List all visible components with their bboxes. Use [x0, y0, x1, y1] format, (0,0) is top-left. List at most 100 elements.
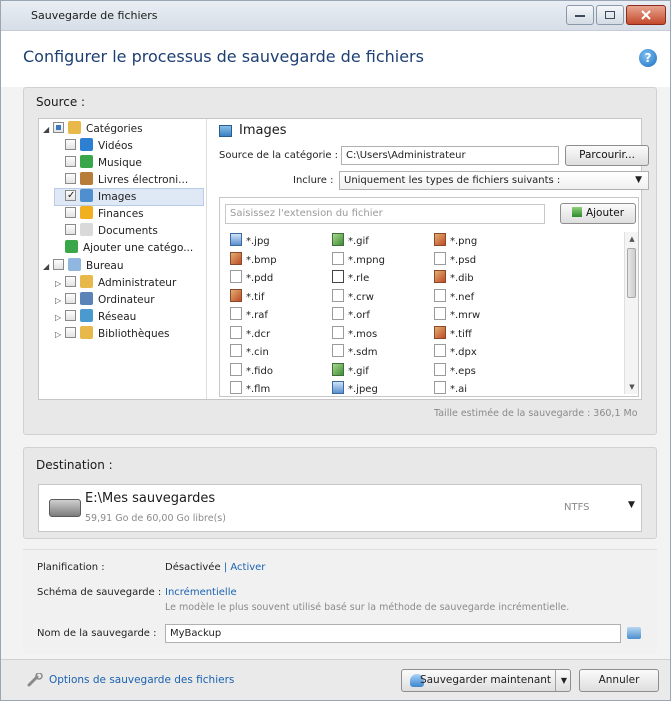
tree-checkbox[interactable]	[53, 122, 64, 133]
extension-item[interactable]: *.tiff	[434, 325, 472, 342]
file-type-icon	[230, 233, 242, 246]
expand-right-icon[interactable]: ▷	[55, 293, 65, 309]
backup-window: Sauvegarde de fichiers Configurer le pro…	[0, 0, 671, 701]
tree-item[interactable]: Vidéos	[55, 138, 203, 154]
tree-item-label: Finances	[98, 208, 144, 220]
source-panel: Source : ◢ Catégories Vidéos Musique Livres …	[23, 87, 657, 435]
drive-icon	[49, 499, 81, 517]
extension-item[interactable]: *.raf	[230, 307, 268, 323]
extension-item[interactable]: *.mrw	[434, 307, 480, 323]
category-source-field[interactable]: C:\Users\Administrateur	[341, 146, 559, 165]
extension-item[interactable]: *.nef	[434, 288, 474, 305]
extension-item[interactable]: *.fido	[230, 362, 273, 379]
tree-item[interactable]: Images	[54, 188, 204, 206]
extension-scrollbar[interactable]: ▲ ▼	[624, 232, 638, 394]
extension-item[interactable]: *.jpeg	[332, 381, 378, 396]
window-title: Sauvegarde de fichiers	[31, 9, 158, 22]
extension-item[interactable]: *.psd	[434, 251, 476, 268]
wrench-icon	[27, 673, 43, 687]
expand-right-icon[interactable]: ▷	[55, 276, 65, 292]
extension-item[interactable]: *.dcr	[230, 325, 270, 342]
tree-item[interactable]: ▷ Réseau	[55, 309, 203, 325]
file-backup-options-link[interactable]: Options de sauvegarde des fichiers	[49, 674, 234, 686]
extension-item[interactable]: *.rle	[332, 270, 369, 286]
destination-free-space: 59,91 Go de 60,00 Go libre(s)	[85, 513, 226, 524]
tree-item[interactable]: Documents	[55, 223, 203, 239]
extension-item[interactable]: *.orf	[332, 307, 370, 323]
expand-down-icon[interactable]: ◢	[43, 122, 53, 138]
tree-item[interactable]: ▷ Bibliothèques	[55, 326, 203, 342]
file-type-icon	[434, 233, 446, 246]
expand-right-icon[interactable]: ▷	[55, 310, 65, 326]
extension-item[interactable]: *.jpg	[230, 233, 270, 249]
tree-item[interactable]: Ajouter une catégo...	[55, 240, 203, 256]
scroll-thumb[interactable]	[627, 248, 636, 298]
tree-item[interactable]: ◢ Bureau	[43, 258, 203, 274]
tree-checkbox[interactable]	[65, 224, 76, 235]
scheme-link[interactable]: Incrémentielle	[165, 587, 237, 598]
extension-item[interactable]: *.png	[434, 233, 477, 249]
close-button[interactable]	[626, 5, 666, 25]
backup-menu-arrow[interactable]: ▼	[558, 670, 570, 691]
expand-right-icon[interactable]: ▷	[55, 327, 65, 343]
tree-item[interactable]: Livres électroni...	[55, 172, 203, 188]
scroll-up-icon[interactable]: ▲	[626, 233, 638, 245]
tree-item[interactable]: ▷ Administrateur	[55, 275, 203, 291]
tree-checkbox[interactable]	[65, 173, 76, 184]
chevron-down-icon[interactable]: ▼	[628, 500, 635, 510]
images-icon	[80, 189, 93, 202]
expand-down-icon[interactable]: ◢	[43, 259, 53, 275]
extension-item[interactable]: *.dib	[434, 270, 474, 286]
computer-icon	[80, 292, 93, 305]
tree-item[interactable]: ◢ Catégories	[43, 121, 203, 137]
tree-item[interactable]: Musique	[55, 155, 203, 171]
file-type-icon	[434, 270, 446, 283]
minimize-button[interactable]	[566, 5, 594, 25]
tree-checkbox[interactable]	[65, 139, 76, 150]
extension-item[interactable]: *.mpng	[332, 251, 385, 268]
extension-item[interactable]: *.bmp	[230, 251, 277, 268]
extension-item[interactable]: *.dpx	[434, 344, 477, 360]
tree-checkbox[interactable]	[65, 188, 76, 204]
extension-item[interactable]: *.tif	[230, 288, 264, 305]
extension-item[interactable]: *.cin	[230, 344, 269, 360]
extension-item[interactable]: *.flm	[230, 381, 270, 396]
tree-checkbox[interactable]	[65, 156, 76, 167]
extension-box: Saisissez l'extension du fichier Ajouter…	[219, 197, 639, 397]
include-select[interactable]: Uniquement les types de fichiers suivant…	[339, 171, 649, 190]
extension-item[interactable]: *.mos	[332, 325, 377, 342]
file-type-icon	[434, 251, 446, 265]
extension-item[interactable]: *.gif	[332, 233, 369, 249]
maximize-button[interactable]	[596, 5, 624, 25]
extension-item[interactable]: *.crw	[332, 288, 374, 305]
extension-item[interactable]: *.pdd	[230, 270, 273, 286]
tree-checkbox[interactable]	[65, 327, 76, 338]
tree-item[interactable]: Finances	[55, 206, 203, 222]
tree-item[interactable]: ▷ Ordinateur	[55, 292, 203, 308]
scroll-down-icon[interactable]: ▼	[626, 381, 638, 393]
browse-button[interactable]: Parcourir...	[565, 145, 649, 166]
extension-input[interactable]: Saisissez l'extension du fichier	[225, 204, 545, 224]
tree-checkbox[interactable]	[65, 276, 76, 287]
extension-item[interactable]: *.sdm	[332, 344, 377, 360]
rename-icon[interactable]	[627, 627, 641, 639]
add-extension-button[interactable]: Ajouter	[560, 203, 636, 224]
backup-name-field[interactable]: MyBackup	[165, 624, 621, 643]
help-icon[interactable]: ?	[639, 49, 657, 67]
activate-schedule-link[interactable]: Activer	[230, 562, 265, 573]
chevron-down-icon: ▼	[635, 175, 642, 185]
desktop-icon	[68, 258, 81, 271]
extension-item[interactable]: *.gif	[332, 362, 369, 379]
tree-item-label: Catégories	[86, 123, 143, 135]
tree-checkbox[interactable]	[65, 207, 76, 218]
extension-label: *.raf	[246, 310, 268, 321]
cancel-button[interactable]: Annuler	[579, 669, 659, 692]
destination-selector[interactable]: E:\Mes sauvegardes 59,91 Go de 60,00 Go …	[38, 484, 642, 532]
tree-checkbox[interactable]	[65, 310, 76, 321]
extension-label: *.sdm	[348, 347, 378, 358]
extension-item[interactable]: *.eps	[434, 362, 476, 379]
backup-now-button[interactable]: Sauvegarder maintenant	[402, 670, 556, 691]
tree-checkbox[interactable]	[53, 259, 64, 270]
extension-item[interactable]: *.ai	[434, 381, 467, 396]
tree-checkbox[interactable]	[65, 293, 76, 304]
